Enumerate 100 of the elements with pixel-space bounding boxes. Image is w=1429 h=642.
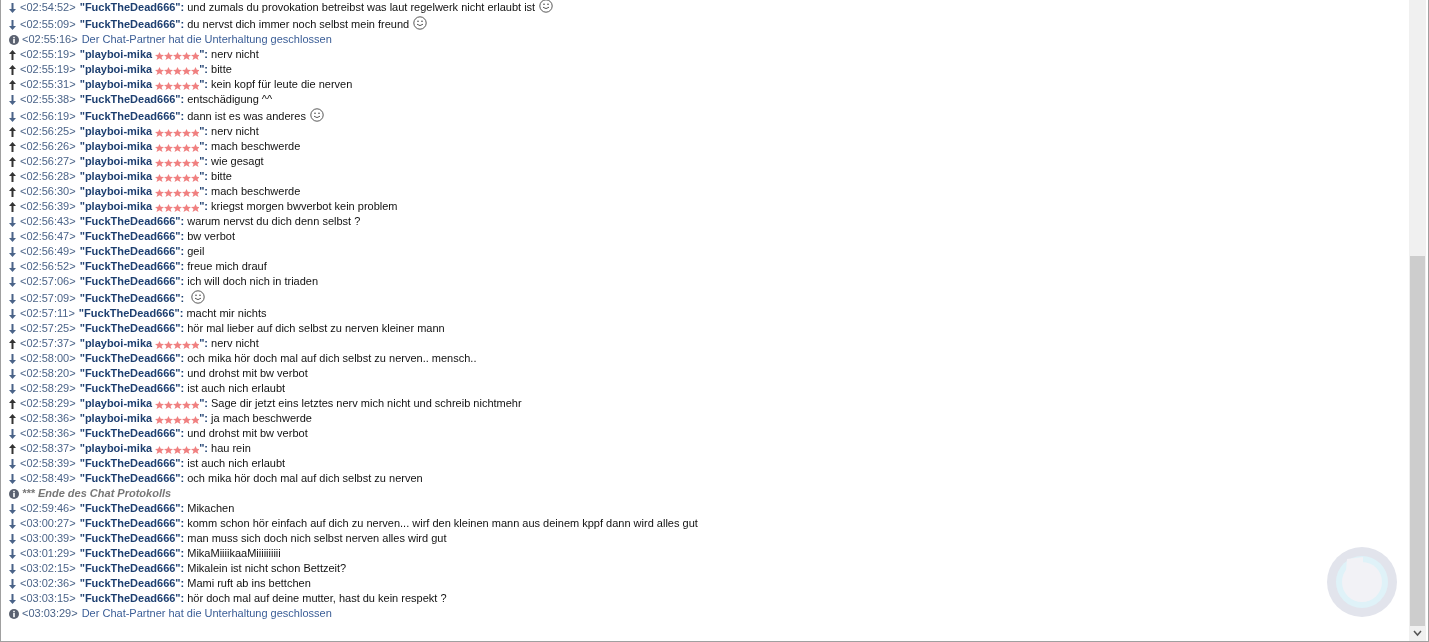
sender-name: "playboi-mika: [79, 169, 153, 184]
rank-stars-icon: [155, 189, 200, 197]
message-time: <02:55:16>: [22, 32, 78, 47]
message-time: <02:56:28>: [20, 169, 76, 184]
sender-name: "FuckTheDead666":: [79, 229, 185, 244]
sender-name: "FuckTheDead666":: [79, 576, 185, 591]
down-arrow-icon: [9, 276, 16, 287]
message-text: hör doch mal auf deine mutter, hast du kein respekt ?: [187, 591, 447, 606]
message-time: <03:00:39>: [20, 531, 76, 546]
down-arrow-icon: [9, 458, 16, 469]
name-separator: ":: [199, 199, 209, 214]
sender-name: "playboi-mika: [79, 336, 153, 351]
log-end-notice: *** Ende des Chat Protokolls: [22, 486, 172, 501]
system-message: Der Chat-Partner hat die Unterhaltung geschlossen: [81, 32, 332, 47]
message-text: nerv nicht: [211, 336, 259, 351]
message-time: <02:58:49>: [20, 471, 76, 486]
sender-name: "playboi-mika: [79, 184, 153, 199]
name-separator: ":: [199, 77, 209, 92]
message-text: komm schon hör einfach auf dich zu nerven... wirf den kleinen mann aus deinem kppf dann wird alles gut: [187, 516, 698, 531]
message-time: <02:57:11>: [20, 306, 75, 321]
sender-name: "playboi-mika: [79, 124, 153, 139]
message-text: nerv nicht: [211, 124, 259, 139]
up-arrow-icon: [9, 64, 16, 75]
up-arrow-icon: [9, 79, 16, 90]
name-separator: ":: [199, 154, 209, 169]
message-text: mach beschwerde: [211, 184, 301, 199]
message-time: <02:56:26>: [20, 139, 76, 154]
rank-stars-icon: [155, 204, 200, 212]
down-arrow-icon: [9, 533, 16, 544]
down-arrow-icon: [9, 261, 16, 272]
down-arrow-icon: [9, 578, 16, 589]
sender-name: "FuckTheDead666":: [79, 321, 185, 336]
down-arrow-icon: [9, 19, 16, 30]
message-time: <02:58:39>: [20, 456, 76, 471]
down-arrow-icon: [9, 111, 16, 122]
message-time: <02:56:19>: [20, 109, 76, 124]
sender-name: "FuckTheDead666":: [79, 426, 185, 441]
message-time: <02:58:20>: [20, 366, 76, 381]
sender-name: "FuckTheDead666":: [79, 259, 185, 274]
scrollbar[interactable]: [1409, 0, 1426, 641]
info-icon: [9, 488, 19, 499]
sender-name: "FuckTheDead666":: [79, 351, 185, 366]
rank-stars-icon: [155, 67, 200, 75]
rank-stars-icon: [155, 401, 200, 409]
sender-name: "FuckTheDead666":: [79, 366, 185, 381]
message-text: MikaMiiiikaaMiiiiiiiiii: [187, 546, 281, 561]
system-message: Der Chat-Partner hat die Unterhaltung geschlossen: [81, 606, 332, 621]
name-separator: ":: [199, 62, 209, 77]
loading-spinner-icon: [1327, 547, 1397, 617]
down-arrow-icon: [9, 308, 16, 319]
message-time: <02:56:49>: [20, 244, 76, 259]
name-separator: ":: [199, 169, 209, 184]
rank-stars-icon: [155, 174, 200, 182]
message-time: <02:55:38>: [20, 92, 76, 107]
sender-name: "FuckTheDead666":: [78, 306, 184, 321]
message-text: entschädigung ^^: [187, 92, 273, 107]
down-arrow-icon: [9, 323, 16, 334]
rank-stars-icon: [155, 129, 200, 137]
message-time: <02:59:46>: [20, 501, 76, 516]
sender-name: "FuckTheDead666":: [79, 0, 185, 15]
message-text: hör mal lieber auf dich selbst zu nerven kleiner mann: [187, 321, 445, 336]
sender-name: "playboi-mika: [79, 441, 153, 456]
info-icon: [9, 608, 19, 619]
message-time: <02:58:36>: [20, 411, 76, 426]
message-text: ist auch nich erlaubt: [187, 456, 286, 471]
sender-name: "FuckTheDead666":: [79, 109, 185, 124]
down-arrow-icon: [9, 353, 16, 364]
message-text: und drohst mit bw verbot: [187, 366, 308, 381]
rank-stars-icon: [155, 159, 200, 167]
sender-name: "FuckTheDead666":: [79, 471, 185, 486]
down-arrow-icon: [9, 473, 16, 484]
sender-name: "playboi-mika: [79, 396, 153, 411]
message-time: <03:02:36>: [20, 576, 76, 591]
name-separator: ":: [199, 47, 209, 62]
name-separator: ":: [199, 336, 209, 351]
message-time: <02:55:19>: [20, 62, 76, 77]
sender-name: "FuckTheDead666":: [79, 501, 185, 516]
message-text: bitte: [211, 62, 232, 77]
up-arrow-icon: [9, 413, 16, 424]
message-text: kein kopf für leute die nerven: [211, 77, 353, 92]
message-time: <02:58:37>: [20, 441, 76, 456]
message-time: <02:56:52>: [20, 259, 76, 274]
sender-name: "FuckTheDead666":: [79, 274, 185, 289]
message-time: <03:03:29>: [22, 606, 78, 621]
up-arrow-icon: [9, 171, 16, 182]
message-time: <02:56:39>: [20, 199, 76, 214]
message-text: Sage dir jetzt eins letztes nerv mich nicht und schreib nichtmehr: [211, 396, 522, 411]
message-time: <02:56:30>: [20, 184, 76, 199]
up-arrow-icon: [9, 156, 16, 167]
name-separator: ":: [199, 396, 209, 411]
message-time: <02:57:37>: [20, 336, 76, 351]
message-text: bitte: [211, 169, 232, 184]
scrollbar-thumb[interactable]: [1410, 256, 1425, 626]
name-separator: ":: [199, 441, 209, 456]
message-time: <02:58:00>: [20, 351, 76, 366]
info-icon: [9, 34, 19, 45]
down-arrow-icon: [9, 383, 16, 394]
message-time: <02:57:06>: [20, 274, 76, 289]
sender-name: "FuckTheDead666":: [79, 214, 185, 229]
name-separator: ":: [199, 139, 209, 154]
